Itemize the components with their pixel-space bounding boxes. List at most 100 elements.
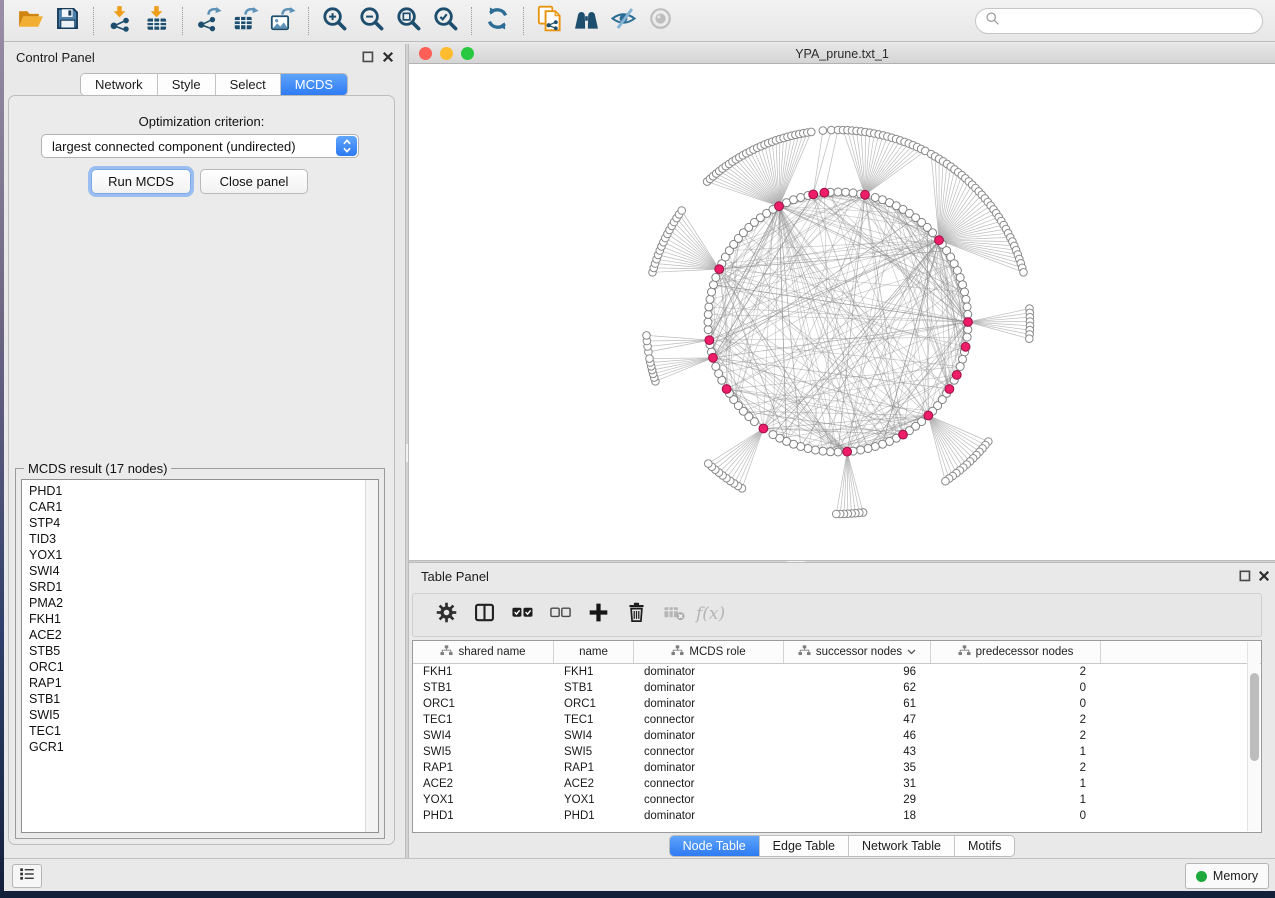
mcds-result-item[interactable]: SWI5 <box>29 707 378 723</box>
tab-node-table[interactable]: Node Table <box>670 836 760 856</box>
deselect-all-button[interactable] <box>541 598 579 632</box>
import-table-button[interactable] <box>138 5 175 37</box>
mcds-result-item[interactable]: STP4 <box>29 515 378 531</box>
table-row[interactable]: ORC1ORC1dominator610 <box>413 696 1261 712</box>
run-mcds-button[interactable]: Run MCDS <box>91 169 191 194</box>
tab-motifs[interactable]: Motifs <box>955 836 1014 856</box>
mcds-result-item[interactable]: GCR1 <box>29 739 378 755</box>
save-session-button[interactable] <box>49 5 86 37</box>
function-builder-icon: f(x) <box>695 601 729 630</box>
table-cell: SWI4 <box>554 730 634 742</box>
table-cell: TEC1 <box>413 714 554 726</box>
binoculars-button[interactable] <box>568 5 605 37</box>
table-row[interactable]: SWI4SWI4dominator462 <box>413 728 1261 744</box>
mcds-result-item[interactable]: ACE2 <box>29 627 378 643</box>
mcds-result-item[interactable]: FKH1 <box>29 611 378 627</box>
close-panel-icon[interactable] <box>382 51 395 64</box>
mcds-result-item[interactable]: TEC1 <box>29 723 378 739</box>
zoom-in-button[interactable] <box>316 5 353 37</box>
mcds-result-item[interactable]: YOX1 <box>29 547 378 563</box>
table-row[interactable]: ACE2ACE2connector311 <box>413 776 1261 792</box>
table-cell: 62 <box>784 682 931 694</box>
memory-button[interactable]: Memory <box>1185 863 1269 889</box>
column-header-successor-nodes[interactable]: successor nodes <box>784 641 931 663</box>
zoom-in-icon <box>321 5 348 37</box>
table-cell: connector <box>634 778 784 790</box>
column-header-predecessor-nodes[interactable]: predecessor nodes <box>931 641 1101 663</box>
mcds-result-group: MCDS result (17 nodes) PHD1CAR1STP4TID3Y… <box>15 468 385 839</box>
tree-icon <box>671 645 684 659</box>
tab-mcds[interactable]: MCDS <box>281 74 347 95</box>
zoom-fit-button[interactable] <box>390 5 427 37</box>
table-close-panel-icon[interactable] <box>1258 570 1271 583</box>
mcds-result-item[interactable]: PMA2 <box>29 595 378 611</box>
search-box[interactable] <box>975 8 1263 34</box>
table-cell: PHD1 <box>413 810 554 822</box>
table-cell: SWI4 <box>413 730 554 742</box>
table-float-panel-icon[interactable] <box>1239 570 1252 583</box>
table-cell: dominator <box>634 666 784 678</box>
low-vision-button[interactable] <box>605 5 642 37</box>
node-table[interactable]: shared namenameMCDS rolesuccessor nodesp… <box>412 640 1262 833</box>
search-input[interactable] <box>1006 11 1253 31</box>
table-row[interactable]: TEC1TEC1connector472 <box>413 712 1261 728</box>
table-scrollbar[interactable] <box>1247 642 1260 831</box>
column-header-shared-name[interactable]: shared name <box>413 641 554 663</box>
tab-style[interactable]: Style <box>158 74 216 95</box>
import-network-button[interactable] <box>101 5 138 37</box>
table-cell: 2 <box>931 730 1101 742</box>
mcds-result-item[interactable]: RAP1 <box>29 675 378 691</box>
export-table-button[interactable] <box>227 5 264 37</box>
tab-edge-table[interactable]: Edge Table <box>760 836 849 856</box>
table-row[interactable]: STB1STB1dominator620 <box>413 680 1261 696</box>
export-network-button[interactable] <box>190 5 227 37</box>
mcds-result-item[interactable]: PHD1 <box>29 483 378 499</box>
open-file-button[interactable] <box>12 5 49 37</box>
mcds-tab-content: Optimization criterion: largest connecte… <box>8 95 395 845</box>
mcds-result-scrollbar[interactable] <box>365 480 378 832</box>
table-row[interactable]: RAP1RAP1dominator352 <box>413 760 1261 776</box>
mcds-result-item[interactable]: STB5 <box>29 643 378 659</box>
column-header-MCDS-role[interactable]: MCDS role <box>634 641 784 663</box>
mcds-result-item[interactable]: SWI4 <box>29 563 378 579</box>
add-row-button[interactable] <box>579 598 617 632</box>
mcds-result-item[interactable]: ORC1 <box>29 659 378 675</box>
table-row[interactable]: FKH1FKH1dominator962 <box>413 664 1261 680</box>
refresh-button[interactable] <box>479 5 516 37</box>
table-cell: connector <box>634 746 784 758</box>
table-row[interactable]: SWI5SWI5connector431 <box>413 744 1261 760</box>
export-image-button[interactable] <box>264 5 301 37</box>
table-cell: YOX1 <box>554 794 634 806</box>
mcds-result-item[interactable]: CAR1 <box>29 499 378 515</box>
optimization-criterion-label: Optimization criterion: <box>9 114 394 129</box>
table-row[interactable]: YOX1YOX1connector291 <box>413 792 1261 808</box>
task-history-button[interactable] <box>12 864 42 888</box>
tab-select[interactable]: Select <box>216 74 281 95</box>
horizontal-splitter-handle[interactable] <box>787 561 805 562</box>
mcds-result-item[interactable]: SRD1 <box>29 579 378 595</box>
sort-desc-icon <box>907 646 916 658</box>
float-panel-icon[interactable] <box>362 51 375 64</box>
tab-network[interactable]: Network <box>81 74 158 95</box>
mcds-result-item[interactable]: STB1 <box>29 691 378 707</box>
close-panel-button[interactable]: Close panel <box>200 169 308 194</box>
delete-row-button[interactable] <box>617 598 655 632</box>
network-canvas[interactable] <box>409 64 1275 560</box>
vertical-splitter-handle[interactable] <box>406 444 408 462</box>
clone-network-button[interactable] <box>531 5 568 37</box>
table-row[interactable]: PHD1PHD1dominator180 <box>413 808 1261 824</box>
mcds-result-list[interactable]: PHD1CAR1STP4TID3YOX1SWI4SRD1PMA2FKH1ACE2… <box>21 479 379 833</box>
column-header-name[interactable]: name <box>554 641 634 663</box>
tab-network-table[interactable]: Network Table <box>849 836 955 856</box>
optimization-criterion-dropdown[interactable]: largest connected component (undirected) <box>41 134 359 158</box>
zoom-out-button[interactable] <box>353 5 390 37</box>
select-all-button[interactable] <box>503 598 541 632</box>
split-columns-button[interactable] <box>465 598 503 632</box>
table-scrollbar-thumb[interactable] <box>1250 673 1259 761</box>
gear-button[interactable] <box>427 598 465 632</box>
delete-table-icon <box>663 601 686 629</box>
table-cell: RAP1 <box>413 762 554 774</box>
mcds-result-item[interactable]: TID3 <box>29 531 378 547</box>
network-view[interactable] <box>409 64 1275 560</box>
zoom-selected-button[interactable] <box>427 5 464 37</box>
